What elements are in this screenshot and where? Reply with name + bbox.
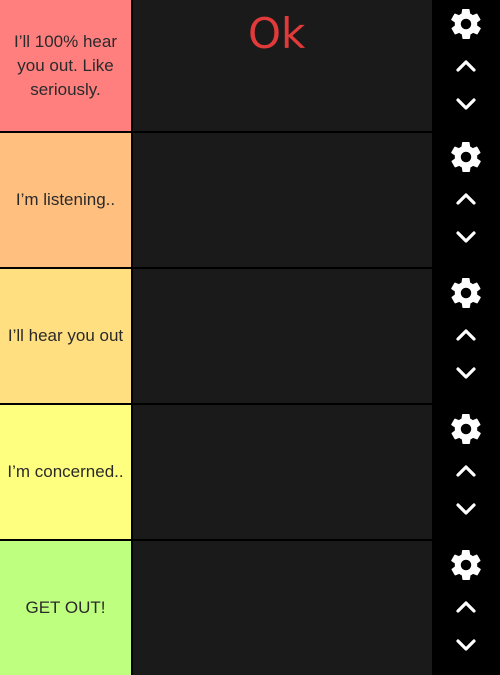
- gear-icon[interactable]: [446, 273, 486, 313]
- tier-controls: [432, 269, 500, 403]
- tier-items-area[interactable]: [133, 133, 432, 267]
- tier-controls: [432, 541, 500, 675]
- gear-icon[interactable]: [446, 137, 486, 177]
- chevron-down-icon[interactable]: [450, 359, 482, 387]
- tier-list: I’ll 100% hear you out. Like seriously. …: [0, 0, 500, 675]
- tier-controls: [432, 133, 500, 267]
- tier-items-area[interactable]: [133, 269, 432, 403]
- chevron-down-icon[interactable]: [450, 223, 482, 251]
- chevron-down-icon[interactable]: [450, 631, 482, 659]
- chevron-up-icon[interactable]: [450, 593, 482, 621]
- tier-row: I’ll hear you out: [0, 269, 500, 403]
- tier-label[interactable]: I’m listening..: [0, 133, 131, 267]
- chevron-up-icon[interactable]: [450, 321, 482, 349]
- chevron-down-icon[interactable]: [450, 90, 482, 118]
- tier-label[interactable]: GET OUT!: [0, 541, 131, 675]
- tier-label[interactable]: I’ll 100% hear you out. Like seriously.: [0, 0, 131, 131]
- tier-row: GET OUT!: [0, 541, 500, 675]
- gear-icon[interactable]: [446, 409, 486, 449]
- tier-label[interactable]: I’ll hear you out: [0, 269, 131, 403]
- chevron-up-icon[interactable]: [450, 185, 482, 213]
- tier-item-text[interactable]: Ok: [248, 8, 305, 60]
- chevron-up-icon[interactable]: [450, 457, 482, 485]
- gear-icon[interactable]: [446, 4, 486, 44]
- tier-items-area[interactable]: [133, 541, 432, 675]
- chevron-up-icon[interactable]: [450, 52, 482, 80]
- tier-label[interactable]: I’m concerned..: [0, 405, 131, 539]
- gear-icon[interactable]: [446, 545, 486, 585]
- chevron-down-icon[interactable]: [450, 495, 482, 523]
- tier-items-area[interactable]: [133, 405, 432, 539]
- tier-controls: [432, 0, 500, 131]
- tier-controls: [432, 405, 500, 539]
- tier-row: I’m concerned..: [0, 405, 500, 539]
- tier-row: I’m listening..: [0, 133, 500, 267]
